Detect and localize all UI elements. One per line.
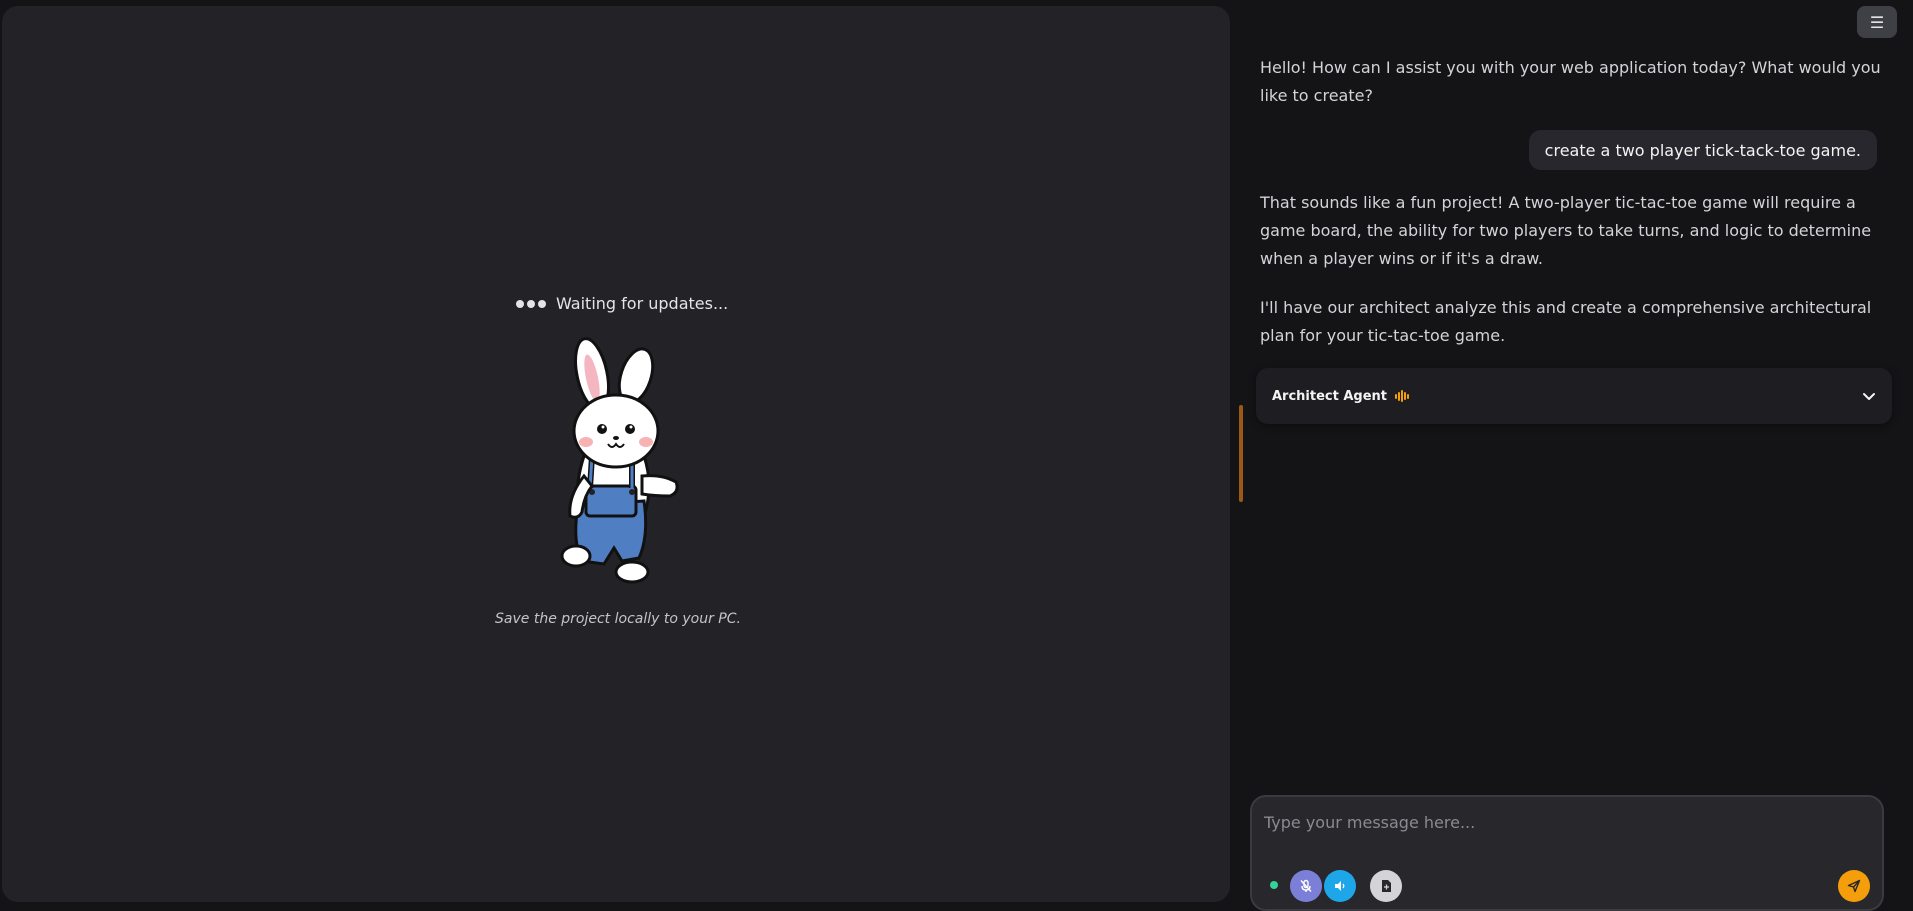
architect-agent-card[interactable]: Architect Agent [1256, 368, 1892, 424]
user-message-text: create a two player tick-tack-toe game. [1544, 140, 1861, 160]
send-icon [1847, 879, 1861, 893]
file-icon [1382, 880, 1391, 892]
message-input[interactable] [1264, 807, 1864, 837]
preview-panel: Waiting for updates... Save the project … [2, 6, 1230, 902]
panel-resize-handle[interactable] [1239, 405, 1243, 502]
mic-off-icon [1300, 879, 1312, 892]
speaker-button[interactable] [1324, 870, 1356, 902]
menu-button[interactable]: ☰ [1857, 6, 1897, 38]
loading-dots-icon [516, 299, 546, 308]
hamburger-menu-icon: ☰ [1869, 12, 1885, 32]
bunny-mascot-illustration [560, 337, 679, 584]
mute-microphone-button[interactable] [1290, 870, 1322, 902]
connection-status-dot [1270, 881, 1278, 889]
waiting-status: Waiting for updates... [516, 294, 728, 313]
assistant-message: Hello! How can I assist you with your we… [1260, 58, 1881, 105]
message-composer [1250, 795, 1884, 911]
audio-wave-icon [1395, 390, 1410, 402]
waiting-status-text: Waiting for updates... [556, 294, 729, 313]
agent-name: Architect Agent [1272, 388, 1388, 404]
save-project-note: Save the project locally to your PC. [495, 611, 741, 627]
attach-file-button[interactable] [1370, 870, 1402, 902]
chevron-down-icon[interactable] [1862, 389, 1876, 403]
assistant-message: I'll have our architect analyze this and… [1260, 298, 1872, 345]
send-button[interactable] [1838, 870, 1870, 902]
user-message: create a two player tick-tack-toe game. [1528, 130, 1877, 170]
speaker-icon [1335, 881, 1345, 891]
assistant-message: That sounds like a fun project! A two-pl… [1260, 193, 1872, 268]
